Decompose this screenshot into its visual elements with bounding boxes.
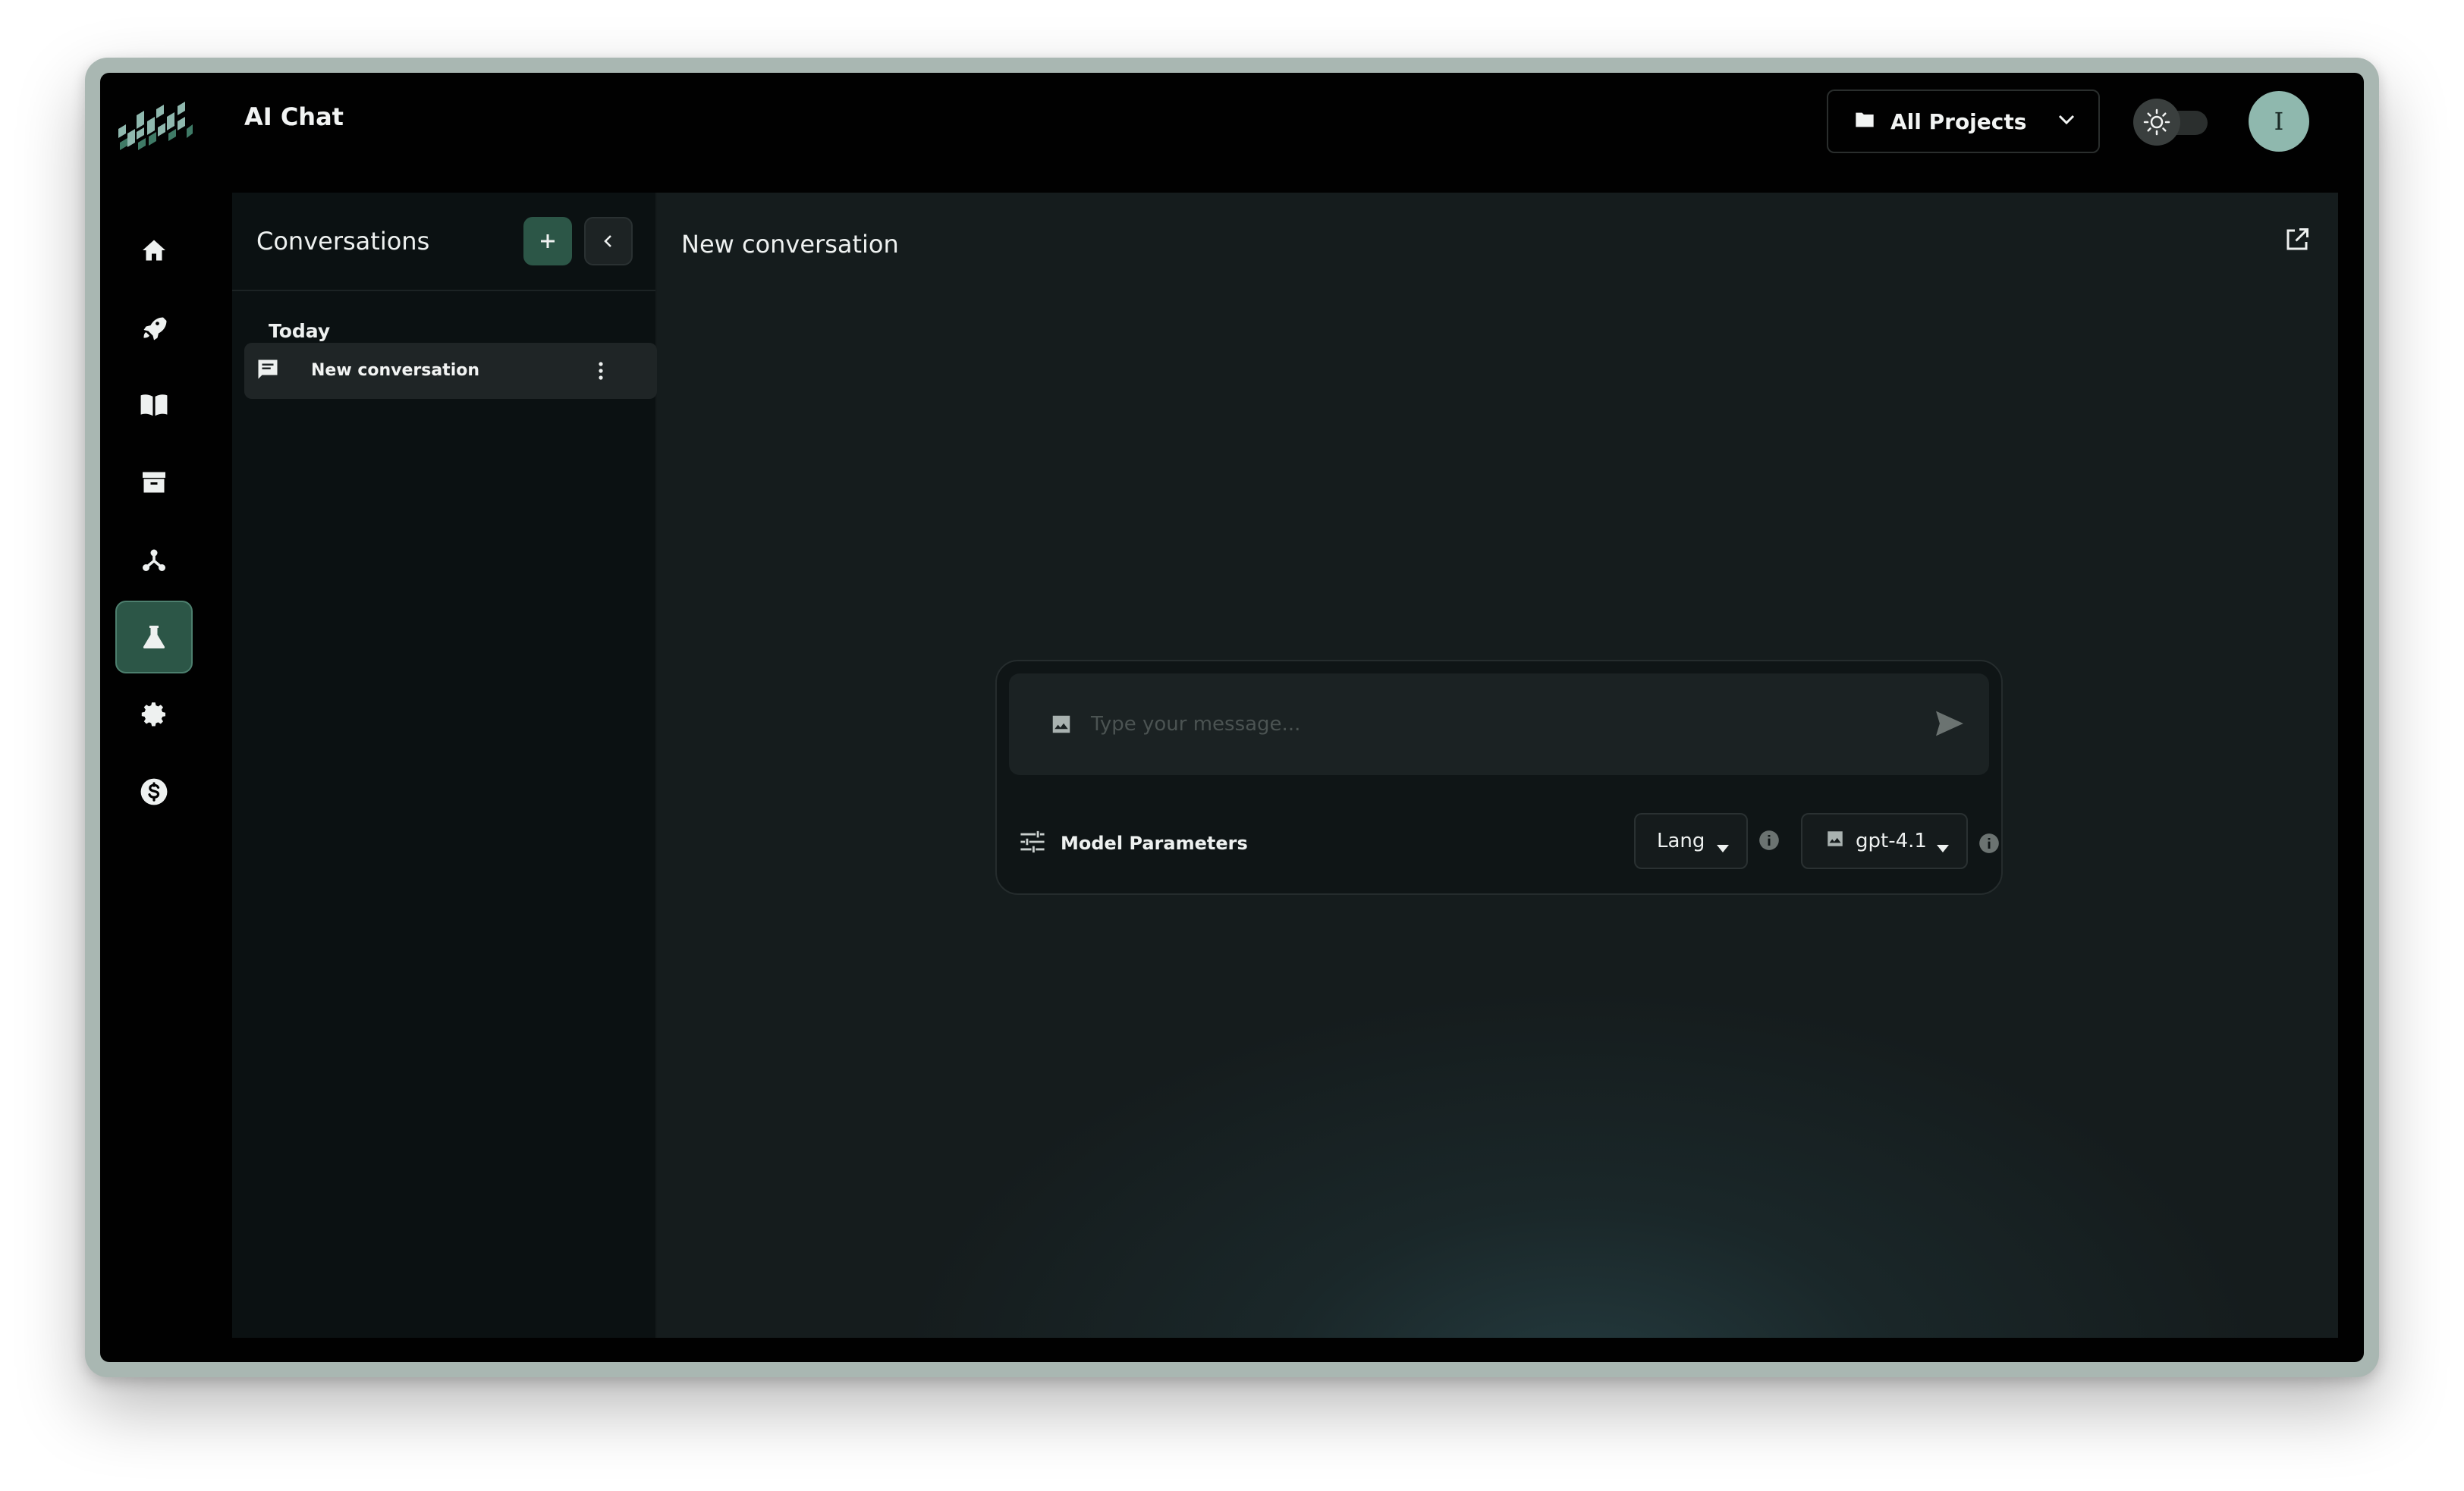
conversation-item[interactable]: New conversation	[244, 343, 657, 399]
conversation-title: New conversation	[681, 230, 899, 259]
book-icon	[140, 394, 168, 416]
open-in-new-icon[interactable]	[2283, 226, 2311, 256]
chat-icon	[256, 358, 279, 384]
message-input[interactable]: Type your message...	[1009, 673, 1989, 775]
chevron-left-icon	[604, 235, 611, 247]
app-title: AI Chat	[244, 102, 344, 131]
conversations-panel: Conversations Today New conversation	[232, 193, 657, 1338]
dollar-icon	[140, 778, 168, 805]
lang-select[interactable]: Lang	[1634, 813, 1748, 869]
send-icon[interactable]	[1934, 710, 1965, 740]
chevron-down-icon	[2057, 114, 2076, 129]
app-screen: AI Chat All Projects I Conversations Tod…	[100, 73, 2364, 1362]
project-select[interactable]: All Projects	[1827, 89, 2100, 153]
collapse-panel-button[interactable]	[584, 217, 633, 265]
conversations-title: Conversations	[256, 227, 430, 256]
folder-icon	[1854, 111, 1875, 132]
image-icon	[1825, 829, 1845, 854]
flask-icon	[143, 626, 165, 648]
nav-archive[interactable]	[115, 446, 193, 519]
window-frame: AI Chat All Projects I Conversations Tod…	[85, 58, 2379, 1377]
plus-icon	[541, 234, 555, 248]
conversations-header: Conversations	[232, 193, 655, 291]
archive-icon	[143, 472, 165, 493]
nav-docs[interactable]	[115, 369, 193, 441]
sun-icon	[2133, 99, 2180, 146]
group-label-today: Today	[269, 320, 331, 342]
lang-info-icon[interactable]	[1758, 830, 1780, 854]
caret-down-icon	[1716, 836, 1730, 859]
model-parameters-label: Model Parameters	[1061, 833, 1248, 854]
nav-lab[interactable]	[115, 601, 193, 673]
more-vertical-icon[interactable]	[596, 359, 605, 385]
model-parameters-button[interactable]: Model Parameters	[1020, 830, 1248, 857]
message-composer: Type your message... Model Parameters La…	[995, 660, 2003, 895]
user-avatar[interactable]: I	[2249, 91, 2309, 152]
image-icon[interactable]	[1050, 713, 1073, 739]
hub-icon	[143, 549, 165, 571]
home-icon	[143, 240, 165, 261]
gear-icon	[141, 702, 165, 727]
model-select[interactable]: gpt-4.1	[1801, 813, 1968, 869]
model-info-icon[interactable]	[1978, 833, 2000, 857]
conversation-item-label: New conversation	[311, 361, 480, 380]
project-select-label: All Projects	[1890, 108, 2027, 134]
rocket-icon	[143, 317, 167, 341]
message-placeholder: Type your message...	[1091, 713, 1301, 736]
nav-launch[interactable]	[115, 291, 193, 364]
caret-down-icon	[1936, 836, 1950, 859]
nav-home[interactable]	[115, 214, 193, 287]
nav-integrations[interactable]	[115, 523, 193, 596]
new-conversation-button[interactable]	[523, 217, 572, 265]
nav-settings[interactable]	[115, 678, 193, 751]
app-logo[interactable]	[114, 99, 194, 156]
model-select-value: gpt-4.1	[1856, 830, 1927, 852]
theme-toggle[interactable]	[2133, 99, 2209, 146]
lang-select-value: Lang	[1657, 830, 1705, 852]
tune-icon	[1020, 830, 1045, 857]
chat-main: New conversation Type your message... Mo…	[657, 193, 2338, 1338]
nav-billing[interactable]	[115, 755, 193, 828]
